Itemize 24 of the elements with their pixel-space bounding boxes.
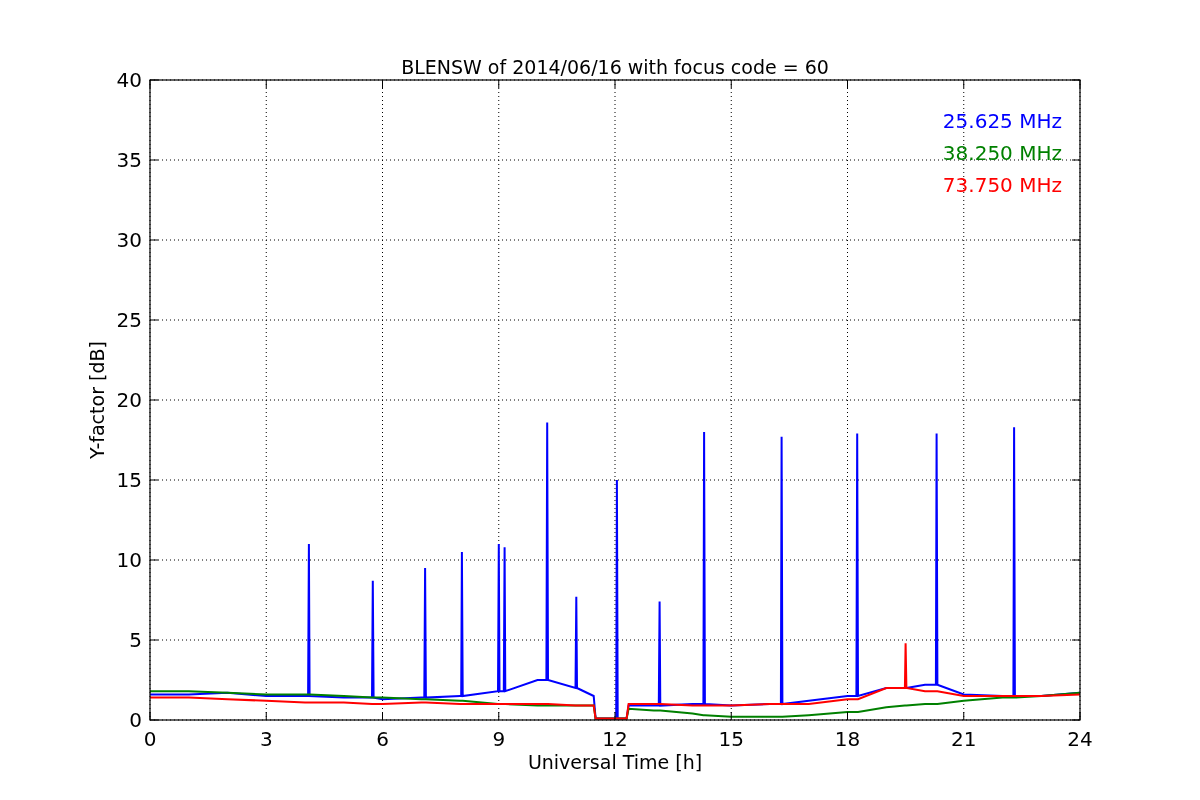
x-tick-label: 18	[834, 727, 861, 751]
y-tick-label: 10	[116, 548, 142, 572]
x-tick-label: 15	[718, 727, 744, 751]
x-axis-label: Universal Time [h]	[527, 751, 703, 773]
y-tick-label: 0	[129, 708, 142, 732]
y-tick-label: 25	[116, 308, 142, 332]
y-tick-label: 30	[116, 228, 142, 252]
x-tick-label: 6	[376, 727, 389, 751]
x-tick-label: 9	[492, 727, 506, 751]
x-tick-label: 3	[259, 727, 273, 751]
chart-title: BLENSW of 2014/06/16 with focus code = 60	[401, 56, 829, 78]
y-tick-label: 40	[116, 68, 142, 92]
y-tick-label: 20	[116, 388, 142, 412]
x-tick-label: 12	[602, 727, 628, 751]
y-tick-label: 35	[116, 148, 142, 172]
x-tick-label: 21	[951, 727, 977, 751]
x-tick-label: 24	[1067, 727, 1093, 751]
legend-label: 73.750 MHz	[942, 173, 1062, 197]
legend-label: 38.250 MHz	[942, 141, 1062, 165]
y-axis-label: Y-factor [dB]	[86, 341, 108, 459]
legend-label: 25.625 MHz	[942, 109, 1062, 133]
x-tick-label: 0	[143, 727, 157, 751]
y-tick-label: 5	[129, 628, 142, 652]
y-tick-label: 15	[116, 468, 142, 492]
